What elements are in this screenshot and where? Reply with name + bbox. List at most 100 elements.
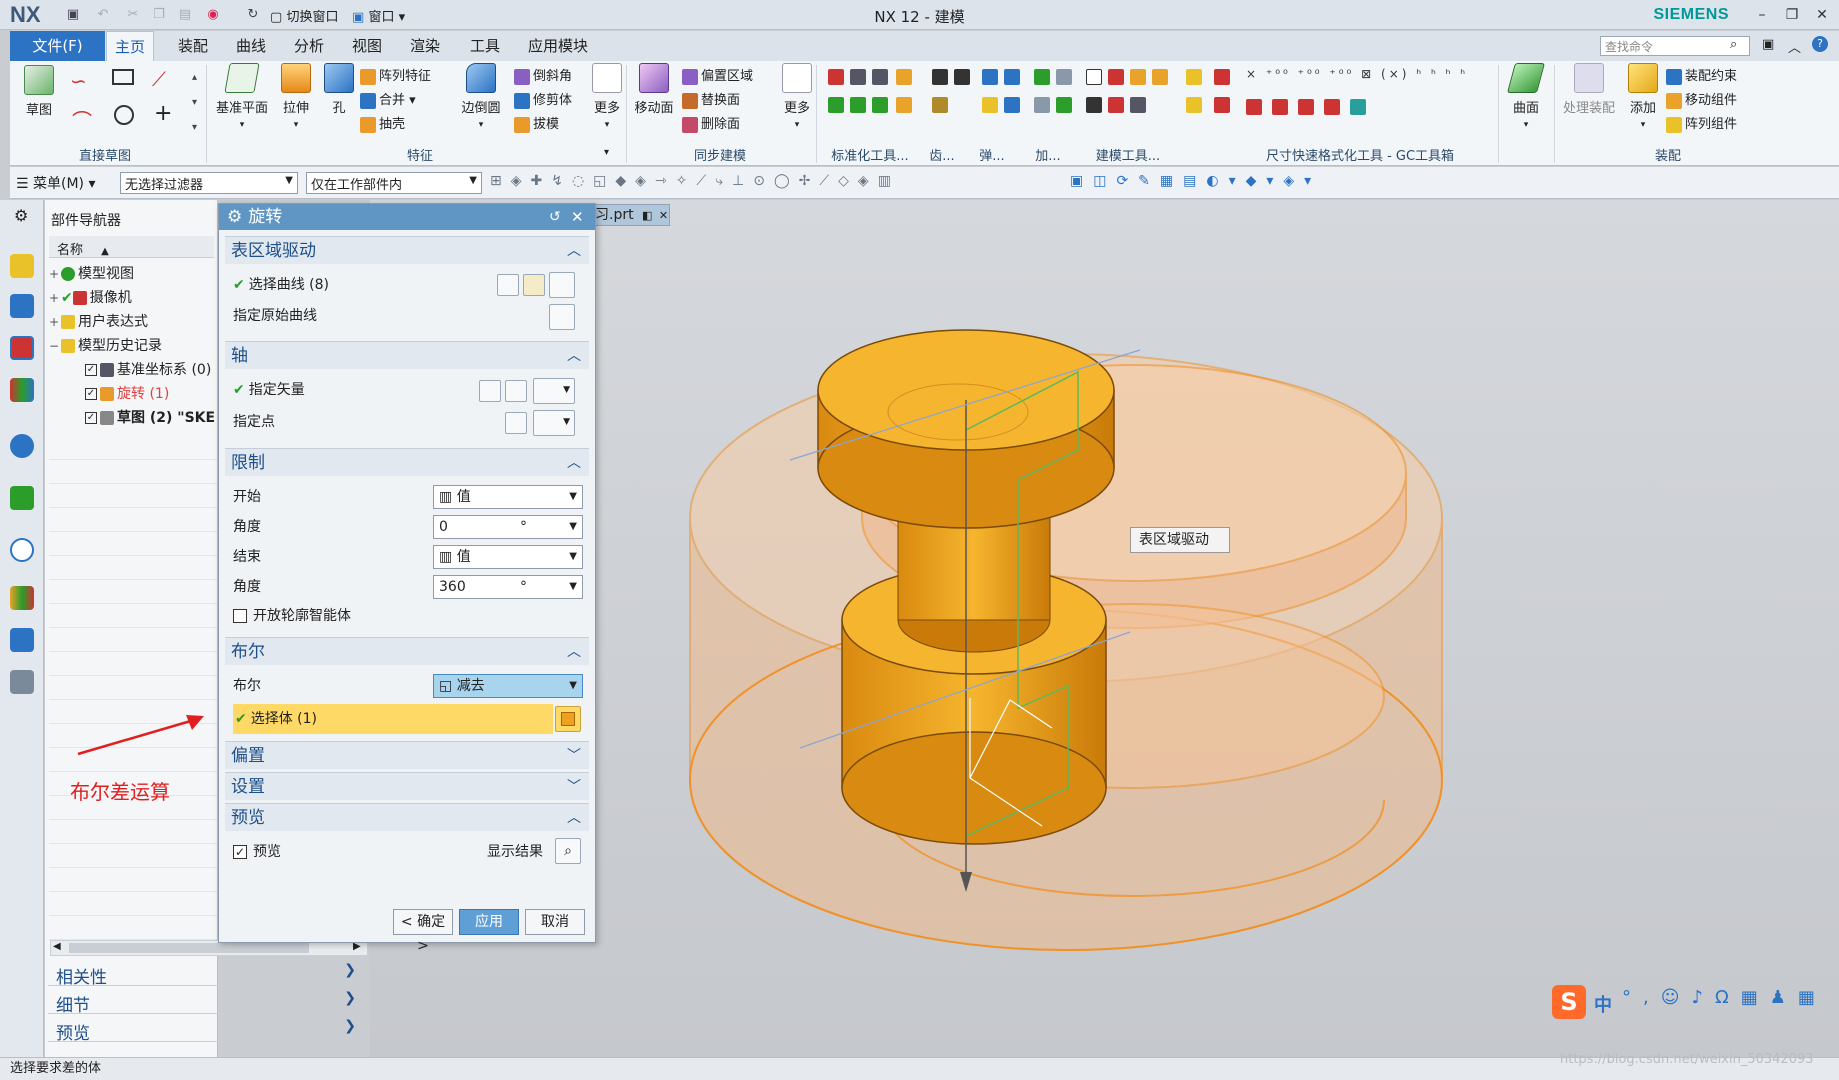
section-header-settings[interactable]: 设置 ﹀ bbox=[225, 772, 589, 800]
tool-icon[interactable] bbox=[1214, 69, 1230, 85]
tab-file[interactable]: 文件(F) bbox=[10, 31, 105, 61]
rectangle-icon[interactable] bbox=[112, 69, 134, 85]
tool-icon[interactable] bbox=[982, 97, 998, 113]
tool-icon[interactable] bbox=[1086, 97, 1102, 113]
select-body-row[interactable]: ✔ 选择体 (1) bbox=[233, 704, 553, 734]
tab-render[interactable]: 渲染 bbox=[402, 31, 448, 61]
shell-button[interactable]: 抽壳 bbox=[360, 113, 405, 133]
command-finder-icon[interactable]: ◉ bbox=[204, 6, 222, 24]
visibility-checkbox[interactable]: ✓ bbox=[85, 412, 97, 424]
tab-curve[interactable]: 曲线 bbox=[228, 31, 274, 61]
trim-body-button[interactable]: 修剪体 bbox=[514, 89, 572, 109]
offset-region-button[interactable]: 偏置区域 bbox=[682, 65, 753, 85]
assembly-navigator-icon[interactable] bbox=[10, 254, 34, 278]
tool-icon[interactable] bbox=[896, 97, 912, 113]
section-header-section[interactable]: 表区域驱动 ︿ bbox=[225, 236, 589, 264]
tool-icon[interactable] bbox=[1130, 69, 1146, 85]
ribbon-options-icon[interactable]: ▣ bbox=[1762, 37, 1774, 52]
save-icon[interactable]: ▣ bbox=[64, 6, 82, 24]
tool-icon[interactable] bbox=[1298, 99, 1314, 115]
line-icon[interactable]: ⟋ bbox=[152, 67, 166, 91]
curve-rule-icon[interactable] bbox=[497, 274, 519, 296]
copy-icon[interactable]: ❐ bbox=[150, 6, 168, 24]
origin-curve-icon[interactable] bbox=[549, 304, 575, 330]
features-group-menu[interactable]: ▾ bbox=[604, 147, 609, 158]
tool-icon[interactable] bbox=[828, 97, 844, 113]
tool-icon[interactable] bbox=[982, 69, 998, 85]
command-search-input[interactable]: 查找命令 bbox=[1600, 36, 1750, 56]
apply-button[interactable]: 应用 bbox=[459, 909, 519, 935]
open-profile-row[interactable]: 开放轮廓智能体 bbox=[233, 602, 351, 630]
hd3d-icon[interactable] bbox=[10, 434, 34, 458]
undo-icon[interactable]: ↶ bbox=[94, 6, 112, 24]
visibility-checkbox[interactable]: ✓ bbox=[85, 388, 97, 400]
visibility-checkbox[interactable]: ✓ bbox=[85, 364, 97, 376]
tab-analysis[interactable]: 分析 bbox=[286, 31, 332, 61]
nav-node-cameras[interactable]: + ✔ 摄像机 bbox=[49, 286, 219, 310]
type-filter-select[interactable]: 无选择过滤器 ▼ bbox=[120, 172, 298, 194]
tool-icon[interactable] bbox=[1056, 97, 1072, 113]
tool-icon[interactable] bbox=[1186, 97, 1202, 113]
tool-icon[interactable] bbox=[1324, 99, 1340, 115]
tool-icon[interactable] bbox=[896, 69, 912, 85]
unite-button[interactable]: 合并 ▾ bbox=[360, 89, 416, 109]
dialog-gear-icon[interactable]: ⚙ bbox=[227, 207, 242, 227]
datum-plane-button[interactable]: 基准平面 ▾ bbox=[212, 63, 272, 131]
section-header-limits[interactable]: 限制 ︿ bbox=[225, 448, 589, 476]
tab-assembly[interactable]: 装配 bbox=[170, 31, 216, 61]
reuse-library-icon[interactable] bbox=[10, 378, 34, 402]
assembly-constraint-button[interactable]: 装配约束 bbox=[1666, 65, 1737, 85]
stop-at-intersection-icon[interactable] bbox=[523, 274, 545, 296]
scroll-left-icon[interactable]: ◀ bbox=[53, 941, 61, 952]
section-header-boolean[interactable]: 布尔 ︿ bbox=[225, 637, 589, 665]
hole-button[interactable]: 孔 bbox=[322, 63, 356, 116]
sogou-logo-icon[interactable]: S bbox=[1552, 985, 1586, 1019]
tab-close-icon[interactable]: ✕ bbox=[659, 209, 668, 222]
tool-icon[interactable] bbox=[1108, 97, 1124, 113]
minimize-button[interactable]: – bbox=[1748, 4, 1776, 26]
delete-face-button[interactable]: 删除面 bbox=[682, 113, 740, 133]
menu-button[interactable]: ☰ 菜单(M) ▾ bbox=[16, 173, 96, 193]
tool-icon[interactable] bbox=[1004, 97, 1020, 113]
section-header-axis[interactable]: 轴 ︿ bbox=[225, 341, 589, 369]
reset-icon[interactable]: ↺ bbox=[549, 204, 561, 230]
open-profile-checkbox[interactable] bbox=[233, 609, 247, 623]
resource-bar-settings-icon[interactable]: ⚙ bbox=[14, 206, 28, 225]
history-icon[interactable] bbox=[10, 538, 34, 562]
nav-node-model-views[interactable]: + 模型视图 bbox=[49, 262, 219, 286]
constraint-navigator-icon[interactable] bbox=[10, 294, 34, 318]
restore-button[interactable]: ❐ bbox=[1778, 4, 1806, 26]
tool-icon[interactable] bbox=[932, 69, 948, 85]
tool-icon[interactable] bbox=[1152, 69, 1168, 85]
tool-icon[interactable] bbox=[1056, 69, 1072, 85]
edge-blend-button[interactable]: 边倒圆 ▾ bbox=[456, 63, 506, 131]
chamfer-button[interactable]: 倒斜角 bbox=[514, 65, 572, 85]
tool-icon[interactable] bbox=[1246, 99, 1262, 115]
specify-vector-row[interactable]: ✔ 指定矢量 bbox=[233, 376, 305, 404]
tool-icon[interactable] bbox=[1130, 97, 1146, 113]
window-menu-button[interactable]: ▣ 窗口 ▾ bbox=[352, 6, 405, 25]
collapse-ribbon-icon[interactable]: ︿ bbox=[1788, 37, 1801, 56]
move-component-button[interactable]: 移动组件 bbox=[1666, 89, 1737, 109]
search-icon[interactable]: ⌕ bbox=[1730, 37, 1737, 52]
roles-icon[interactable] bbox=[10, 670, 34, 694]
section-header-preview[interactable]: 预览 ︿ bbox=[225, 803, 589, 831]
pattern-feature-button[interactable]: 阵列特征 bbox=[360, 65, 431, 85]
tab-applications[interactable]: 应用模块 bbox=[520, 31, 596, 61]
ok-button[interactable]: < 确定 > bbox=[393, 909, 453, 954]
arc-icon[interactable]: ⌒ bbox=[72, 105, 92, 134]
tool-icon[interactable] bbox=[1108, 69, 1124, 85]
tool-icon[interactable] bbox=[850, 69, 866, 85]
preview-row[interactable]: ✓ 预览 bbox=[233, 838, 281, 866]
draft-button[interactable]: 拔模 bbox=[514, 113, 559, 133]
profile-icon[interactable]: ∽ bbox=[70, 69, 87, 93]
start-angle-input[interactable]: 0 ° ▼ bbox=[433, 515, 583, 539]
select-curve-row[interactable]: ✔ 选择曲线 (8) bbox=[233, 271, 329, 299]
end-type-select[interactable]: ▥ 值 ▼ bbox=[433, 545, 583, 569]
point-icon[interactable]: + bbox=[154, 101, 172, 126]
panel-dependencies[interactable]: 相关性 ❯ bbox=[48, 960, 366, 988]
system-materials-icon[interactable] bbox=[10, 586, 34, 610]
sketch-gallery-more[interactable]: ▴ ▾ ▾ bbox=[192, 65, 197, 140]
panel-preview[interactable]: 预览 ❯ bbox=[48, 1016, 366, 1044]
tool-icon[interactable] bbox=[828, 69, 844, 85]
